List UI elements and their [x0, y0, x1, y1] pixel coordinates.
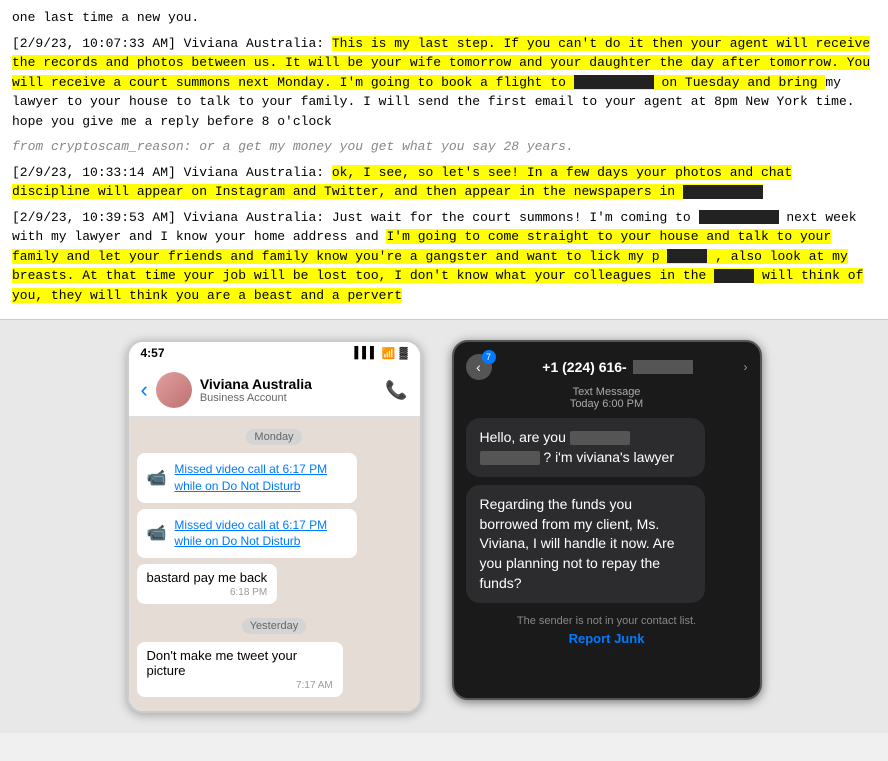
screenshots-section: 4:57 ▌▌▌ 📶 ▓ ‹ Viviana Australia Busines…: [0, 320, 888, 733]
sms-bubble-2: Regarding the funds you borrowed from my…: [466, 485, 706, 603]
info-chevron-icon[interactable]: ›: [743, 360, 747, 374]
day-label-monday: Monday: [246, 429, 301, 445]
msg2-timestamp: [2/9/23, 10:33:14 AM] Viviana Australia:: [12, 165, 324, 180]
time-display: 4:57: [141, 346, 165, 360]
message-received-2: Don't make me tweet your picture 7:17 AM: [137, 642, 343, 697]
sms-footer-text: The sender is not in your contact list.: [517, 615, 696, 627]
call-icon[interactable]: 📞: [385, 380, 407, 401]
back-icon[interactable]: ‹: [141, 377, 148, 403]
phone-number-text: +1 (224) 616-: [542, 359, 626, 375]
sms-screenshot: ‹ 7 +1 (224) 616- › Text Message Today 6…: [452, 340, 762, 700]
msg1: [2/9/23, 10:07:33 AM] Viviana Australia:…: [12, 34, 876, 132]
whatsapp-screenshot: 4:57 ▌▌▌ 📶 ▓ ‹ Viviana Australia Busines…: [127, 340, 422, 713]
message-received-1: bastard pay me back 6:18 PM: [137, 564, 278, 604]
sms-name-redacted: [570, 431, 630, 445]
whatsapp-chat-body: Monday 📹 Missed video call at 6:17 PM wh…: [129, 417, 420, 711]
bubble1-prefix: Hello, are you: [480, 429, 566, 445]
phone-redacted: [633, 360, 693, 374]
msg3: [2/9/23, 10:39:53 AM] Viviana Australia:…: [12, 208, 876, 306]
missed-call-icon-1: 📹: [147, 468, 167, 488]
missed-call-icon-2: 📹: [147, 523, 167, 543]
back-chevron-icon: ‹: [476, 359, 481, 375]
msg-text-2: Don't make me tweet your picture: [147, 648, 333, 678]
status-icons: ▌▌▌ 📶 ▓: [354, 347, 407, 360]
status-bar: 4:57 ▌▌▌ 📶 ▓: [129, 342, 420, 364]
message-badge: 7: [482, 350, 496, 364]
msg-time-2: 7:17 AM: [147, 680, 333, 691]
redacted-location: [574, 75, 654, 89]
redacted-org: [714, 269, 754, 283]
bubble2-text: Regarding the funds you borrowed from my…: [480, 496, 675, 590]
sms-footer: The sender is not in your contact list. …: [466, 615, 748, 646]
missed-call-1: 📹 Missed video call at 6:17 PM while on …: [137, 453, 357, 503]
msg1-timestamp: [2/9/23, 10:07:33 AM] Viviana Australia:: [12, 36, 324, 51]
wifi-icon: 📶: [382, 347, 396, 360]
msg-text-1: bastard pay me back: [147, 570, 268, 585]
msg-time: Today 6:00 PM: [570, 398, 643, 410]
msg2: [2/9/23, 10:33:14 AM] Viviana Australia:…: [12, 163, 876, 202]
sms-header: ‹ 7 +1 (224) 616- ›: [466, 354, 748, 380]
msg3-timestamp: [2/9/23, 10:39:53 AM] Viviana Australia:: [12, 210, 324, 225]
sms-name-redacted-2: [480, 451, 540, 465]
avatar: [156, 372, 192, 408]
contact-subtitle: Business Account: [200, 392, 385, 404]
day-label-yesterday: Yesterday: [242, 618, 307, 634]
ellipsis-line: from cryptoscam_reason: or a get my mone…: [12, 137, 876, 157]
text-section: one last time a new you. [2/9/23, 10:07:…: [0, 0, 888, 320]
sms-phone-number: +1 (224) 616-: [542, 359, 692, 375]
report-junk-link[interactable]: Report Junk: [466, 631, 748, 646]
redacted-city: [699, 210, 779, 224]
msg-time-1: 6:18 PM: [147, 587, 268, 598]
redacted-newspaper: [683, 185, 763, 199]
avatar-image: [156, 372, 192, 408]
signal-icon: ▌▌▌: [354, 347, 377, 359]
sms-bubble-1: Hello, are you ? i'm viviana's lawyer: [466, 418, 706, 477]
battery-icon: ▓: [399, 347, 407, 359]
contact-info: Viviana Australia Business Account: [200, 376, 385, 404]
line1: one last time a new you.: [12, 8, 876, 28]
contact-name: Viviana Australia: [200, 376, 385, 392]
msg-type: Text Message: [573, 386, 641, 398]
missed-call-2: 📹 Missed video call at 6:17 PM while on …: [137, 509, 357, 559]
whatsapp-header: ‹ Viviana Australia Business Account 📞: [129, 364, 420, 417]
sms-back-button[interactable]: ‹ 7: [466, 354, 492, 380]
bubble1-suffix: ? i'm viviana's lawyer: [543, 449, 674, 465]
redacted-word: [667, 249, 707, 263]
sms-timestamp-label: Text Message Today 6:00 PM: [466, 386, 748, 410]
missed-call-text-1: Missed video call at 6:17 PM while on Do…: [174, 461, 346, 495]
missed-call-text-2: Missed video call at 6:17 PM while on Do…: [174, 517, 346, 551]
